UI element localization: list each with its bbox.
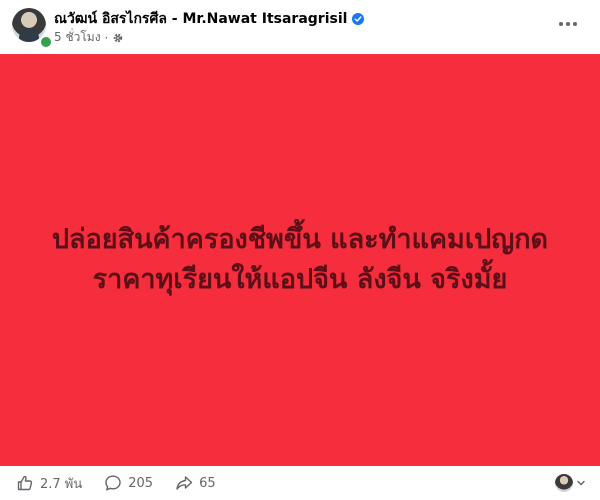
facebook-post: ณวัฒน์ อิสรไกรศีล - Mr.Nawat Itsaragrisi… [0,0,600,500]
post-text-line: ปล่อยสินค้าครองชีพขึ้น และทำแคมเปญกด [51,224,549,255]
verified-badge-icon [352,13,365,25]
meta-separator: · [104,30,109,45]
chevron-down-icon [576,478,586,488]
post-header: ณวัฒน์ อิสรไกรศีล - Mr.Nawat Itsaragrisi… [0,0,600,54]
thumbs-up-icon [16,474,34,492]
post-background-card: ปล่อยสินค้าครองชีพขึ้น และทำแคมเปญกด ราค… [0,54,600,466]
gear-icon[interactable] [112,32,124,44]
comment-bubble-icon [104,474,122,492]
post-text: ปล่อยสินค้าครองชีพขึ้น และทำแคมเปญกด ราค… [52,220,548,300]
post-time[interactable]: 5 ชั่วโมง [54,28,101,47]
more-dots-icon [559,22,563,26]
current-profile-avatar [555,474,573,492]
share-arrow-icon [175,474,193,492]
like-button[interactable]: 2.7 พัน [16,473,82,494]
react-as-profile-switcher[interactable] [555,474,586,492]
more-dot [566,22,570,26]
share-button[interactable]: 65 [175,474,216,492]
like-count: 2.7 พัน [40,476,83,492]
comment-button[interactable]: 205 [104,474,153,492]
more-options-button[interactable] [554,10,582,38]
author-line: ณวัฒน์ อิสรไกรศีล - Mr.Nawat Itsaragrisi… [54,8,365,30]
comment-count: 205 [128,475,154,491]
author-name[interactable]: ณวัฒน์ อิสรไกรศีล - Mr.Nawat Itsaragrisi… [54,8,347,30]
share-count: 65 [199,475,216,491]
post-meta: 5 ชั่วโมง · [54,28,124,47]
more-dot [573,22,577,26]
post-footer: 2.7 พัน 205 65 [0,466,600,500]
post-text-line: ราคาทุเรียนให้แอปจีน ลังจีน จริงมั้ย [92,264,508,295]
online-status-dot [39,35,53,49]
